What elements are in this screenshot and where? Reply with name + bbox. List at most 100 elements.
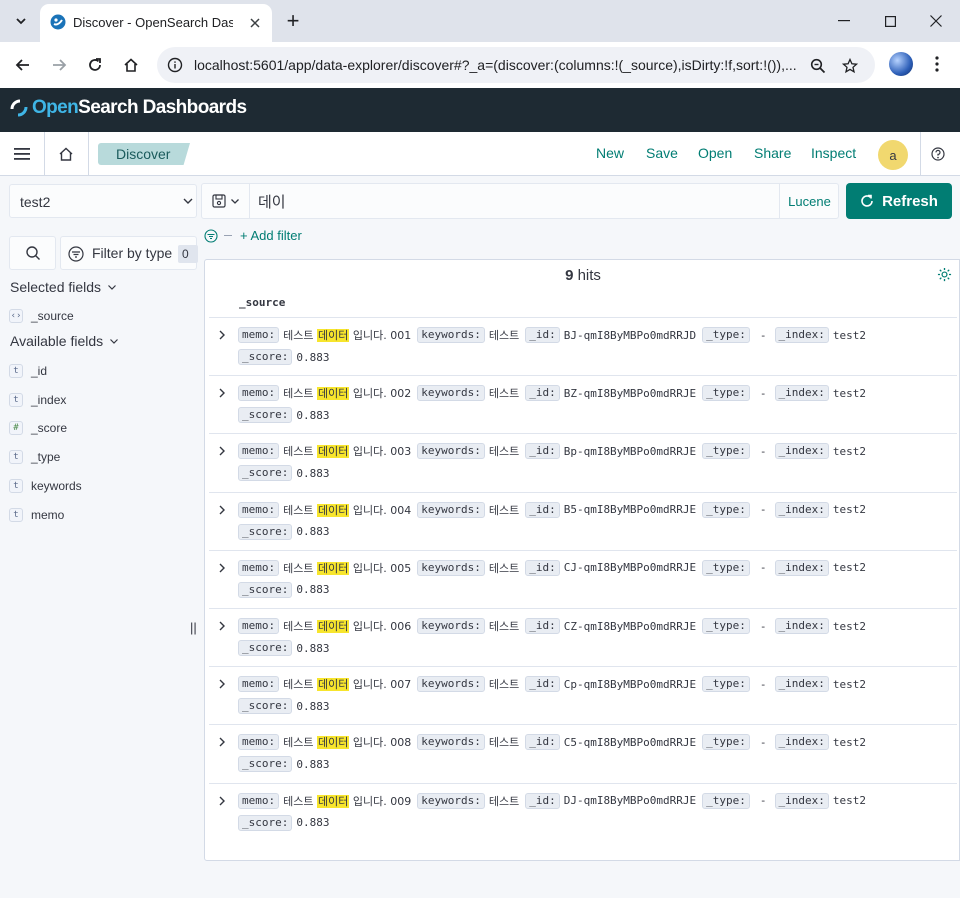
field-key-keywords: keywords:: [417, 676, 485, 693]
field-item-score[interactable]: # _score: [9, 418, 67, 438]
memo-value: 테스트 데이터 입니다. 003: [283, 443, 411, 459]
share-button[interactable]: Share: [754, 145, 791, 161]
browser-profile-avatar[interactable]: [889, 52, 913, 76]
id-value: Bp-qmI8ByMBPo0mdRRJE: [563, 444, 697, 458]
arrow-left-icon: [15, 59, 29, 71]
user-avatar[interactable]: a: [878, 140, 908, 170]
forward-button[interactable]: [45, 51, 73, 79]
chevron-right-icon[interactable]: [215, 794, 229, 808]
field-item-memo[interactable]: t memo: [9, 505, 64, 525]
index-pattern-select[interactable]: test2: [9, 184, 197, 218]
breadcrumb-discover[interactable]: Discover: [98, 143, 190, 165]
memo-pre: 테스트: [283, 503, 317, 517]
index-pattern-value: test2: [20, 194, 51, 210]
window-close-button[interactable]: [922, 10, 950, 32]
new-tab-button[interactable]: +: [282, 10, 304, 32]
address-bar[interactable]: localhost:5601/app/data-explorer/discove…: [157, 47, 875, 83]
home-browser-button[interactable]: [117, 51, 145, 79]
field-key-type: _type:: [702, 443, 750, 460]
back-button[interactable]: [9, 51, 37, 79]
site-info-icon[interactable]: [165, 55, 185, 75]
chevron-right-icon[interactable]: [215, 386, 229, 400]
window-minimize-button[interactable]: [830, 10, 858, 32]
index-value: test2: [832, 619, 867, 633]
field-key-keywords: keywords:: [417, 501, 485, 518]
refresh-button[interactable]: Refresh: [846, 183, 952, 219]
memo-pre: 테스트: [283, 561, 317, 575]
save-button[interactable]: Save: [646, 145, 678, 161]
filter-by-type-button[interactable]: Filter by type 0: [60, 236, 198, 270]
bookmark-star-icon[interactable]: [840, 56, 860, 76]
chevron-right-icon[interactable]: [215, 444, 229, 458]
tab-title: Discover - OpenSearch Dashboards: [73, 15, 233, 30]
query-language-button[interactable]: Lucene: [779, 184, 839, 218]
selected-fields-toggle[interactable]: Selected fields: [10, 279, 117, 295]
row-fields-line: memo: 테스트 데이터 입니다. 002 keywords: 테스트 _id: BZ-…: [238, 385, 872, 402]
type-value: -: [759, 561, 767, 575]
save-icon: [211, 194, 226, 208]
chevron-down-icon: [183, 198, 193, 204]
field-key-id: _id:: [525, 501, 560, 518]
field-item-type[interactable]: t _type: [9, 447, 60, 467]
gear-icon[interactable]: [937, 267, 952, 282]
memo-value: 테스트 데이터 입니다. 002: [283, 385, 411, 401]
hits-count: 9 hits: [205, 267, 960, 284]
chevron-right-icon[interactable]: [215, 619, 229, 633]
zoom-icon[interactable]: [808, 56, 828, 76]
chevron-right-icon[interactable]: [215, 735, 229, 749]
logo-open-text: Open: [32, 97, 79, 118]
memo-highlight: 데이터: [316, 445, 350, 459]
field-name: _source: [31, 309, 74, 323]
field-item-keywords[interactable]: t keywords: [9, 476, 82, 496]
filter-icon[interactable]: [204, 228, 218, 243]
field-key-keywords: keywords:: [417, 385, 485, 402]
home-icon[interactable]: [52, 140, 80, 168]
new-button[interactable]: New: [596, 145, 624, 161]
tab-close-icon[interactable]: [246, 14, 264, 32]
browser-tab-active[interactable]: Discover - OpenSearch Dashboards: [40, 4, 272, 42]
menu-hamburger-icon[interactable]: [8, 140, 36, 168]
field-key-type: _type:: [702, 792, 750, 809]
tab-search-icon[interactable]: [8, 8, 34, 34]
window-maximize-button[interactable]: [876, 10, 904, 32]
home-icon: [124, 58, 138, 72]
chevron-right-icon[interactable]: [215, 561, 229, 575]
field-item-id[interactable]: t _id: [9, 361, 47, 381]
memo-highlight: 데이터: [316, 329, 350, 342]
field-item-index[interactable]: t _index: [9, 390, 66, 410]
memo-value: 테스트 데이터 입니다. 001: [283, 327, 411, 343]
column-header-source[interactable]: _source: [239, 296, 285, 309]
keywords-value: 테스트: [488, 620, 520, 633]
refresh-icon: [861, 194, 873, 207]
chevron-right-icon[interactable]: [215, 328, 229, 342]
chevron-right-icon[interactable]: [215, 677, 229, 691]
browser-menu-icon[interactable]: [925, 52, 949, 76]
reload-icon: [89, 58, 101, 71]
available-fields-toggle[interactable]: Available fields: [10, 333, 119, 349]
row-fields-line: memo: 테스트 데이터 입니다. 004 keywords: 테스트 _id: B5-…: [238, 501, 872, 518]
field-type-string-icon: t: [9, 392, 23, 407]
score-value: 0.883: [296, 525, 330, 539]
add-filter-button[interactable]: + Add filter: [240, 228, 302, 243]
field-key-type: _type:: [702, 501, 750, 518]
field-search-button[interactable]: [9, 236, 56, 270]
opensearch-logo[interactable]: OpenSearch Dashboards: [10, 97, 247, 119]
keywords-value: 테스트: [488, 678, 520, 692]
url-text[interactable]: localhost:5601/app/data-explorer/discove…: [194, 57, 802, 73]
inspect-button[interactable]: Inspect: [811, 145, 856, 161]
field-key-type: _type:: [702, 734, 750, 751]
help-icon[interactable]: [928, 144, 948, 164]
open-button[interactable]: Open: [698, 145, 732, 161]
field-type-string-icon: t: [9, 450, 23, 465]
reload-button[interactable]: [81, 51, 109, 79]
chevron-right-icon[interactable]: [215, 503, 229, 517]
id-value: Cp-qmI8ByMBPo0mdRRJE: [563, 677, 697, 691]
query-input[interactable]: 데이: [258, 191, 286, 212]
sidebar-resize-handle[interactable]: ||: [190, 620, 197, 635]
field-name: _type: [31, 450, 61, 465]
search-icon: [25, 246, 40, 260]
field-name: _score: [31, 421, 68, 436]
field-item-source[interactable]: ‹› _source: [9, 306, 74, 326]
saved-query-menu-button[interactable]: [202, 184, 250, 218]
keywords-value: 테스트: [488, 794, 520, 808]
